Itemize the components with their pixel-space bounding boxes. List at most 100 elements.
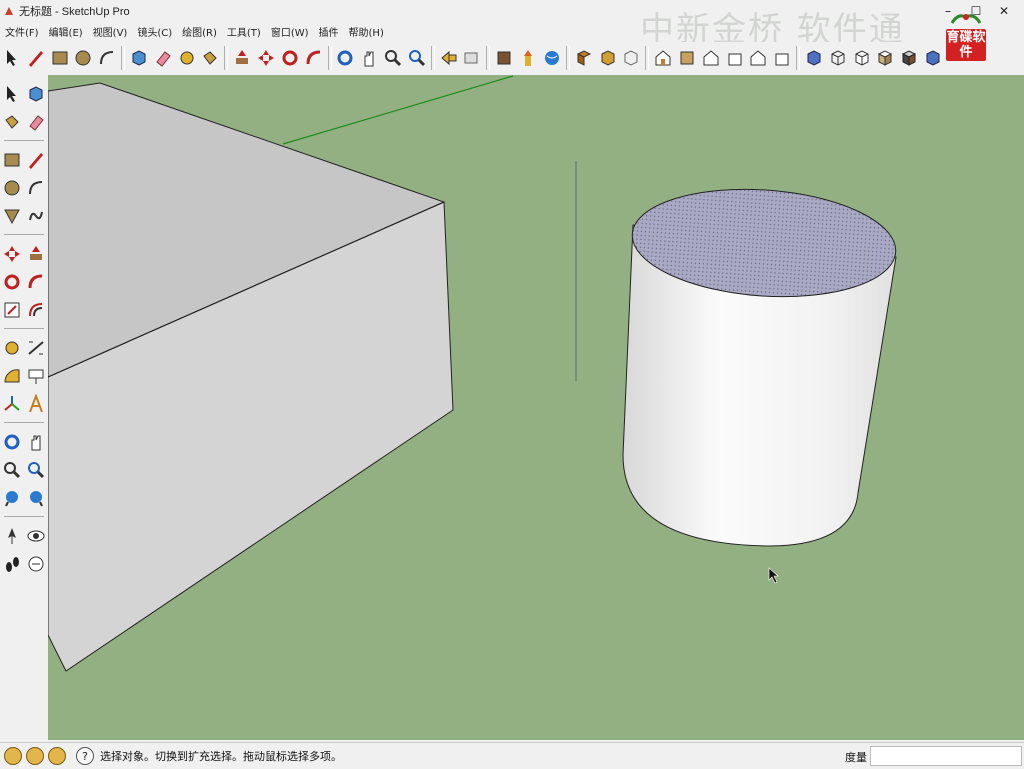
toolbar-separator xyxy=(4,422,44,424)
mouse-cursor xyxy=(768,567,779,584)
get-models-icon[interactable] xyxy=(573,47,595,69)
logo: 育碟软件 xyxy=(946,10,986,61)
toolbar-separator xyxy=(4,140,44,142)
menu-draw[interactable]: 绘图(R) xyxy=(177,24,222,39)
select-icon[interactable] xyxy=(1,83,23,105)
previous-view-icon[interactable] xyxy=(438,47,460,69)
make-component-icon[interactable] xyxy=(128,47,150,69)
menu-camera[interactable]: 镜头(C) xyxy=(132,24,177,39)
protractor-icon[interactable] xyxy=(1,365,23,387)
toolbar-separator xyxy=(565,46,570,70)
section-plane-icon[interactable] xyxy=(25,553,47,575)
line-icon[interactable] xyxy=(25,149,47,171)
follow-me-icon[interactable] xyxy=(25,271,47,293)
dimension-icon[interactable] xyxy=(25,337,47,359)
position-camera-icon[interactable] xyxy=(1,525,23,547)
arc-icon[interactable] xyxy=(25,177,47,199)
freehand-icon[interactable] xyxy=(25,205,47,227)
zoom-icon[interactable] xyxy=(1,459,23,481)
left-toolbar xyxy=(0,80,49,740)
wireframe-icon[interactable] xyxy=(827,47,849,69)
3d-warehouse-icon[interactable] xyxy=(493,47,515,69)
help-icon[interactable]: ? xyxy=(76,747,94,765)
drawing-viewport[interactable] xyxy=(48,75,1024,740)
push-pull-icon[interactable] xyxy=(231,47,253,69)
next-icon[interactable] xyxy=(25,487,47,509)
status-message: 选择对象。切换到扩充选择。拖动鼠标选择多项。 xyxy=(100,750,342,763)
make-component-icon[interactable] xyxy=(25,83,47,105)
eraser-icon[interactable] xyxy=(25,111,47,133)
toolbar-separator xyxy=(486,46,491,70)
menu-help[interactable]: 帮助(H) xyxy=(344,24,389,39)
left-view-icon[interactable] xyxy=(771,47,793,69)
hidden-line-icon[interactable] xyxy=(851,47,873,69)
scene-canvas xyxy=(48,75,897,672)
geo-location-icon[interactable] xyxy=(4,747,22,765)
measurements-input[interactable] xyxy=(870,746,1022,766)
rotate-icon[interactable] xyxy=(279,47,301,69)
xray-icon[interactable] xyxy=(803,47,825,69)
tape-measure-icon[interactable] xyxy=(176,47,198,69)
move-icon[interactable] xyxy=(1,243,23,265)
orbit-icon[interactable] xyxy=(1,431,23,453)
zoom-icon[interactable] xyxy=(382,47,404,69)
push-pull-icon[interactable] xyxy=(25,243,47,265)
rectangle-icon[interactable] xyxy=(1,149,23,171)
green-axis-line xyxy=(282,75,514,145)
menu-file[interactable]: 文件(F) xyxy=(0,24,44,39)
move-icon[interactable] xyxy=(255,47,277,69)
close-button[interactable]: ✕ xyxy=(990,1,1018,21)
toolbar-separator xyxy=(430,46,435,70)
polygon-icon[interactable] xyxy=(1,205,23,227)
circle-icon[interactable] xyxy=(72,47,94,69)
pan-icon[interactable] xyxy=(358,47,380,69)
axes-icon[interactable] xyxy=(1,393,23,415)
select-icon[interactable] xyxy=(1,47,23,69)
measurements-label: 度量 xyxy=(845,751,867,764)
pan-icon[interactable] xyxy=(25,431,47,453)
front-view-icon[interactable] xyxy=(700,47,722,69)
logo-text: 育碟软件 xyxy=(946,29,986,61)
paint-bucket-icon[interactable] xyxy=(1,111,23,133)
previous-icon[interactable] xyxy=(1,487,23,509)
zoom-extents-icon[interactable] xyxy=(406,47,428,69)
menu-edit[interactable]: 编辑(E) xyxy=(44,24,88,39)
tape-measure-icon[interactable] xyxy=(1,337,23,359)
shaded-icon[interactable] xyxy=(875,47,897,69)
menu-plugins[interactable]: 插件 xyxy=(314,24,344,39)
orbit-icon[interactable] xyxy=(335,47,357,69)
sketchup-app-icon xyxy=(5,7,13,15)
rotate-icon[interactable] xyxy=(1,271,23,293)
arc-icon[interactable] xyxy=(96,47,118,69)
shaded-textures-icon[interactable] xyxy=(898,47,920,69)
monochrome-icon[interactable] xyxy=(922,47,944,69)
google-earth-icon[interactable] xyxy=(541,47,563,69)
text-icon[interactable] xyxy=(25,365,47,387)
share-component-icon[interactable] xyxy=(597,47,619,69)
rectangle-icon[interactable] xyxy=(49,47,71,69)
3d-text-icon[interactable] xyxy=(25,393,47,415)
menu-tools[interactable]: 工具(T) xyxy=(222,24,266,39)
eraser-icon[interactable] xyxy=(152,47,174,69)
credits-icon[interactable] xyxy=(26,747,44,765)
scale-icon[interactable] xyxy=(1,299,23,321)
back-view-icon[interactable] xyxy=(747,47,769,69)
top-view-icon[interactable] xyxy=(676,47,698,69)
share-model-icon[interactable] xyxy=(517,47,539,69)
right-view-icon[interactable] xyxy=(724,47,746,69)
zoom-extents-icon[interactable] xyxy=(25,459,47,481)
iso-view-icon[interactable] xyxy=(652,47,674,69)
walk-icon[interactable] xyxy=(1,553,23,575)
offset-icon[interactable] xyxy=(25,299,47,321)
menu-window[interactable]: 窗口(W) xyxy=(266,24,314,39)
status-bar: ? 选择对象。切换到扩充选择。拖动鼠标选择多项。 度量 xyxy=(0,742,1024,769)
look-around-icon[interactable] xyxy=(25,525,47,547)
menu-view[interactable]: 视图(V) xyxy=(88,24,133,39)
next-view-icon[interactable] xyxy=(462,47,484,69)
follow-me-icon[interactable] xyxy=(303,47,325,69)
copyright-icon[interactable] xyxy=(48,747,66,765)
pencil-icon[interactable] xyxy=(25,47,47,69)
component-icon[interactable] xyxy=(620,47,642,69)
circle-icon[interactable] xyxy=(1,177,23,199)
paint-bucket-icon[interactable] xyxy=(199,47,221,69)
